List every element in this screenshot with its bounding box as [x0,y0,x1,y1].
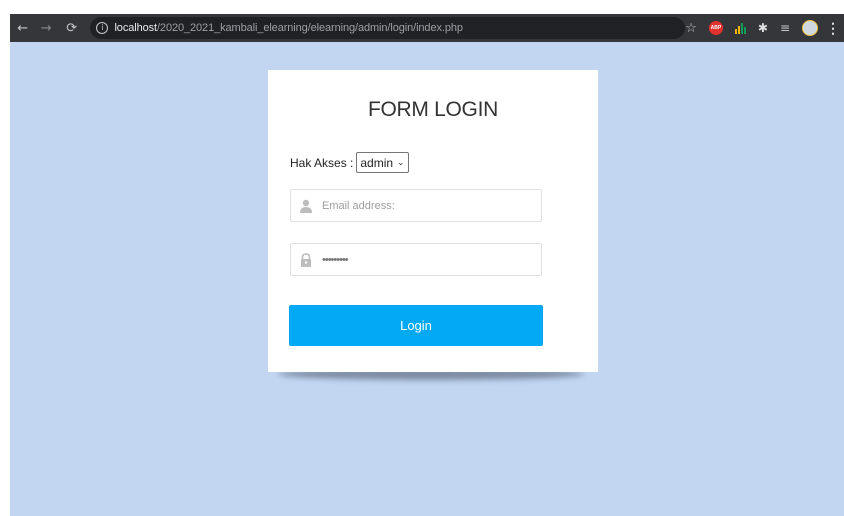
access-label: Hak Akses : [290,155,354,170]
lock-icon [301,252,311,267]
media-queue-icon[interactable]: ≡ [780,21,790,35]
user-icon [300,199,312,213]
form-title: FORM LOGIN [367,98,498,121]
url-text: localhost/2020_2021_kambali_elearning/el… [114,22,463,34]
access-select[interactable]: admin ⌄ [356,152,409,173]
email-field[interactable]: Email address: [290,189,542,222]
page-background: FORM LOGIN Hak Akses : admin ⌄ Email add… [10,42,844,516]
puzzle-icon[interactable]: ✱ [758,21,768,35]
access-row: Hak Akses : admin ⌄ [290,152,409,173]
access-selected-value: admin [360,155,394,170]
profile-avatar[interactable] [802,20,818,36]
menu-icon[interactable]: ⋮ [826,20,840,37]
login-card: FORM LOGIN Hak Akses : admin ⌄ Email add… [268,70,598,372]
extension-icons: ☆ ABP ✱ ≡ ⋮ [685,20,844,37]
browser-toolbar: ← → ⟳ i localhost/2020_2021_kambali_elea… [10,14,844,42]
chevron-down-icon: ⌄ [397,157,405,168]
login-button[interactable]: Login [289,305,543,346]
bookmark-star-icon[interactable]: ☆ [685,21,697,36]
reload-icon[interactable]: ⟳ [63,21,80,36]
address-bar[interactable]: i localhost/2020_2021_kambali_elearning/… [90,17,686,39]
back-arrow-icon[interactable]: ← [14,21,31,36]
bar-chart-icon[interactable] [734,22,746,34]
password-field[interactable]: ••••••••• [290,243,542,276]
info-icon[interactable]: i [96,22,109,34]
adblock-plus-icon[interactable]: ABP [708,21,723,35]
email-placeholder: Email address: [322,199,395,212]
password-mask: ••••••••• [322,253,349,266]
forward-arrow-icon[interactable]: → [37,21,54,36]
